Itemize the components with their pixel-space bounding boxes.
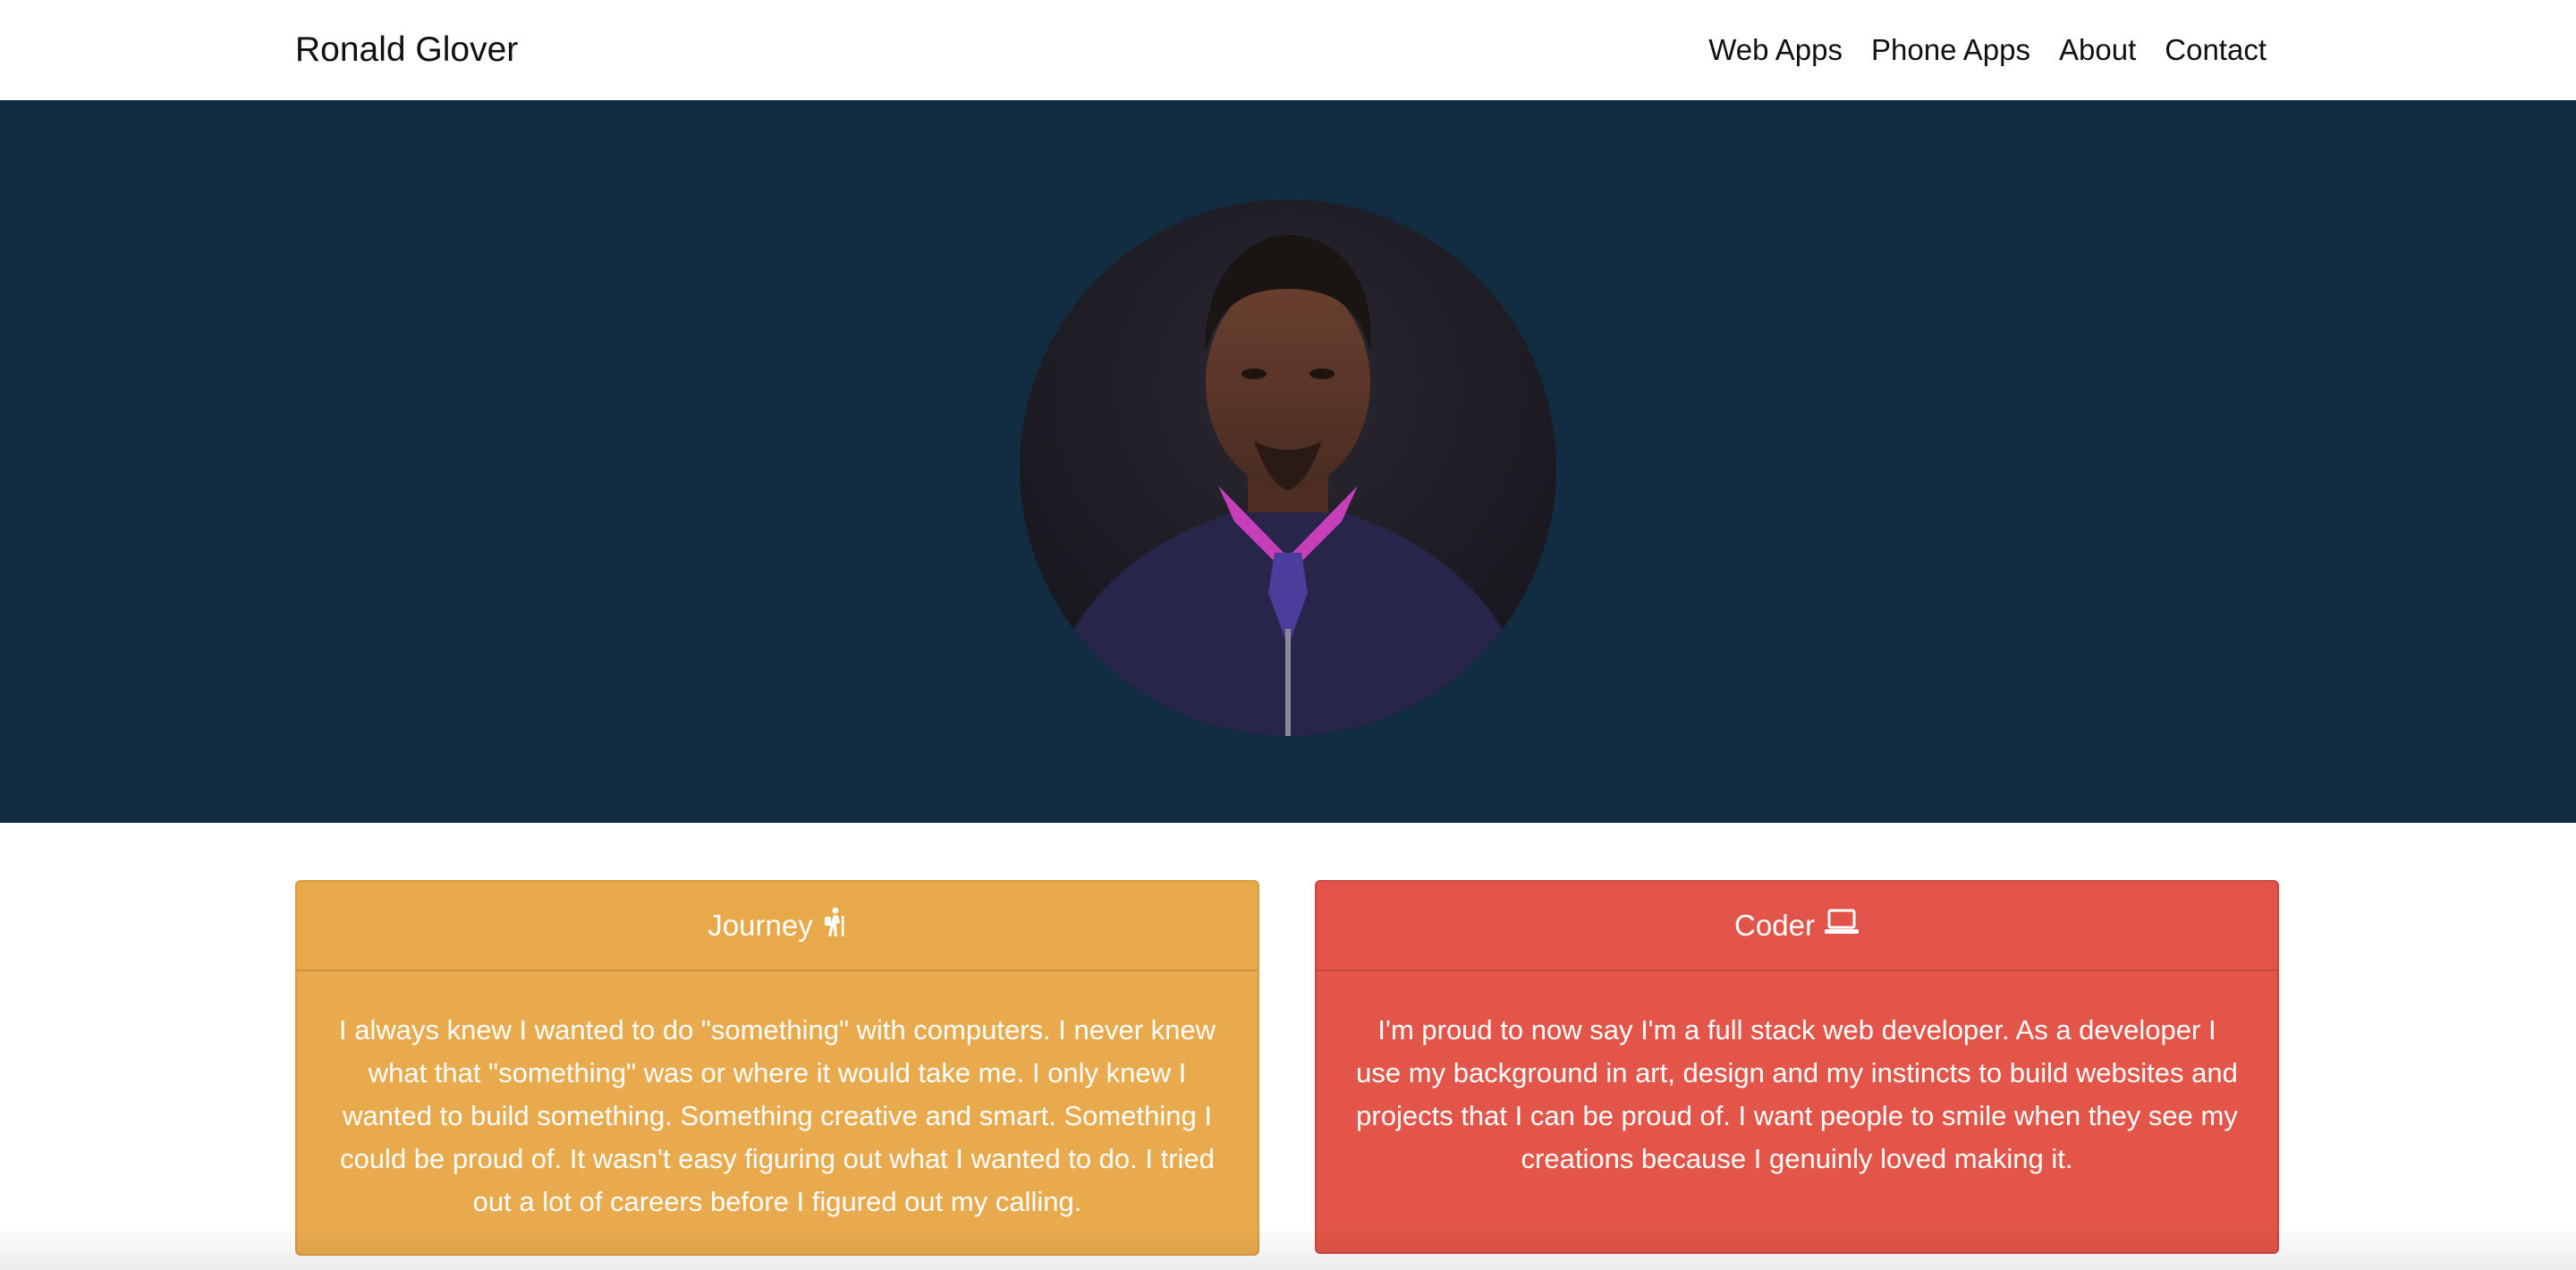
laptop-icon [1824,909,1860,943]
hiker-icon [822,907,847,944]
nav-links: Web Apps Phone Apps About Contact [1708,27,2267,73]
journey-card-body: I always knew I wanted to do "something"… [338,1014,1216,1217]
nav-link-contact[interactable]: Contact [2165,27,2267,73]
nav-link-web-apps[interactable]: Web Apps [1708,27,1843,73]
nav-link-about[interactable]: About [2059,27,2136,73]
nav-link-phone-apps[interactable]: Phone Apps [1871,27,2030,73]
coder-card-header: Coder [1317,882,2277,971]
profile-avatar [1020,199,1556,736]
coder-card-title: Coder [1734,909,1815,942]
coder-card: Coder I'm proud to now say I'm a full st… [1315,880,2279,1254]
journey-card-title: Journey [708,909,813,942]
journey-card-header: Journey [297,882,1258,971]
profile-photo [1020,199,1556,736]
navbar: Ronald Glover Web Apps Phone Apps About … [0,0,2576,100]
brand-link[interactable]: Ronald Glover [295,27,518,73]
journey-card: Journey I always knew I wanted to do "so… [295,880,1259,1256]
coder-card-body: I'm proud to now say I'm a full stack we… [1356,1014,2238,1174]
hero-section [0,100,2576,823]
